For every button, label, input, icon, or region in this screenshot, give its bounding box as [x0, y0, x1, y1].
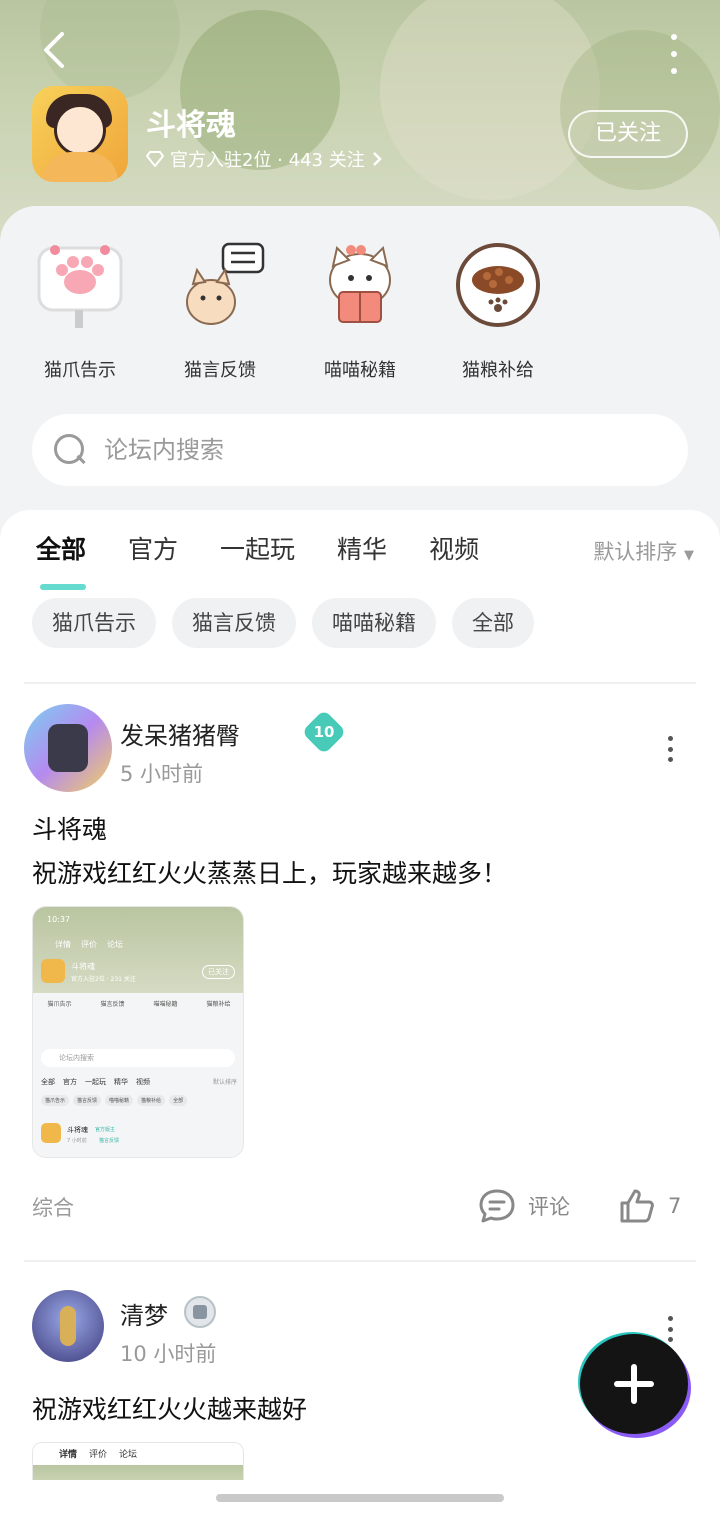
back-button[interactable]: [36, 30, 72, 70]
chevron-left-icon: [44, 32, 64, 68]
divider: [24, 1260, 696, 1262]
post-image-thumbnail[interactable]: 详情 评价 论坛: [32, 1442, 244, 1480]
forum-search-bar[interactable]: [32, 414, 688, 486]
thumb-post-badge: 官方版主: [95, 1127, 116, 1133]
post-more-button[interactable]: [666, 736, 674, 762]
user-badge-icon: [184, 1296, 216, 1328]
thumb-search: 论坛内搜索: [41, 1049, 235, 1067]
thumb-tab2: 官方: [63, 1078, 77, 1086]
thumb-sort: 默认排序: [212, 1079, 237, 1086]
post-image-thumbnail[interactable]: 10:37 详情 评价 论坛 斗将魂 官方入驻2位 · 231 关注 已关注 猫…: [32, 906, 244, 1158]
tab-all[interactable]: 全部: [36, 530, 87, 590]
search-icon: [54, 434, 86, 466]
comment-label: 评论: [528, 1195, 570, 1219]
thumb-chip: 猫粮补给: [137, 1095, 166, 1106]
entry-paw-notice[interactable]: 猫爪告示: [20, 240, 140, 382]
thumb-post-tag: 猫言反馈: [99, 1138, 120, 1144]
filter-chips: 猫爪告示 猫言反馈 喵喵秘籍 全部: [32, 598, 534, 648]
post-author-name[interactable]: 清梦: [120, 1296, 168, 1331]
search-input[interactable]: [104, 436, 624, 464]
thumb-tab: 评价: [81, 940, 97, 949]
create-post-button[interactable]: [580, 1334, 688, 1434]
post-body[interactable]: 祝游戏红红火火越来越好: [32, 1390, 307, 1426]
thumb-post-name: 斗将魂: [67, 1126, 88, 1134]
post-time: 5 小时前: [120, 762, 204, 786]
more-menu-button[interactable]: [668, 34, 680, 74]
thumb-tab: 论坛: [107, 940, 123, 949]
thumb-tab2: 全部: [41, 1078, 55, 1086]
post-author-avatar[interactable]: [24, 704, 112, 792]
like-button[interactable]: 7: [618, 1188, 681, 1224]
entry-label: 猫粮补给: [462, 360, 534, 381]
post-category[interactable]: 综合: [32, 1192, 74, 1222]
thumb-entry: 喵喵秘籍: [153, 1001, 178, 1008]
thumbs-up-icon: [620, 1189, 654, 1223]
entry-cat-book[interactable]: 喵喵秘籍: [300, 240, 420, 382]
comment-icon: [479, 1189, 515, 1223]
thumb-tab: 详情: [59, 1450, 78, 1460]
cat-food-bowl-icon: [453, 240, 543, 330]
post-time: 10 小时前: [120, 1342, 217, 1366]
thumb-chip: 猫言反馈: [73, 1095, 102, 1106]
post-more-button[interactable]: [666, 1316, 674, 1342]
thumb-tab2: 视频: [136, 1078, 150, 1086]
thumb-post-time: 7 小时前: [67, 1138, 87, 1144]
thumb-entry: 猫言反馈: [100, 1001, 125, 1008]
chip-cat-feedback[interactable]: 猫言反馈: [172, 598, 296, 648]
thumb-tab: 论坛: [119, 1450, 138, 1460]
level-badge-text: 10: [313, 723, 335, 741]
chip-all[interactable]: 全部: [452, 598, 534, 648]
thumb-app-name: 斗将魂: [71, 962, 95, 971]
sort-dropdown[interactable]: 默认排序 ▼: [593, 536, 694, 566]
caret-down-icon: ▼: [684, 548, 694, 563]
entry-cat-feedback[interactable]: 猫言反馈: [160, 240, 280, 382]
entry-cat-food[interactable]: 猫粮补给: [438, 240, 558, 382]
level-badge: 10: [301, 709, 347, 755]
tab-featured[interactable]: 精华: [337, 530, 387, 580]
chip-paw-notice[interactable]: 猫爪告示: [32, 598, 156, 648]
thumb-tab2: 一起玩: [85, 1078, 106, 1086]
app-meta-text: 官方入驻2位 · 443 关注: [170, 150, 365, 171]
thumb-tab: 详情: [55, 940, 71, 949]
thumb-entry: 猫粮补给: [206, 1001, 231, 1008]
entry-label: 猫言反馈: [184, 360, 256, 381]
thumb-chip: 喵喵秘籍: [105, 1095, 134, 1106]
app-meta[interactable]: 官方入驻2位 · 443 关注: [146, 146, 383, 172]
post-author-name[interactable]: 发呆猪猪臀: [120, 716, 240, 751]
divider: [24, 682, 696, 684]
post-title[interactable]: 斗将魂: [32, 810, 107, 846]
chevron-right-icon: [372, 152, 382, 166]
entry-label: 喵喵秘籍: [324, 360, 396, 381]
paw-sign-icon: [35, 240, 125, 330]
sort-label: 默认排序: [593, 540, 678, 564]
feed-tabs: 全部 官方 一起玩 精华 视频: [36, 530, 479, 590]
app-name: 斗将魂: [146, 108, 236, 143]
tab-video[interactable]: 视频: [429, 530, 479, 580]
app-icon: [32, 86, 128, 182]
thumb-tab2: 精华: [114, 1078, 128, 1086]
comment-button[interactable]: 评论: [478, 1188, 570, 1224]
thumb-tab: 评价: [89, 1450, 108, 1460]
follow-button[interactable]: 已关注: [568, 110, 688, 158]
tab-official[interactable]: 官方: [128, 530, 178, 580]
post-body[interactable]: 祝游戏红红火火蒸蒸日上，玩家越来越多！: [32, 854, 507, 890]
post-author-avatar[interactable]: [32, 1290, 104, 1362]
entry-label: 猫爪告示: [44, 360, 116, 381]
thumb-entry: 猫爪告示: [47, 1001, 72, 1008]
diamond-icon: [146, 151, 164, 167]
thumb-chip: 全部: [169, 1095, 188, 1106]
tab-play-together[interactable]: 一起玩: [220, 530, 295, 580]
cat-feedback-icon: [175, 240, 265, 330]
cat-book-icon: [315, 240, 405, 330]
like-count: 7: [668, 1194, 682, 1218]
thumb-app-meta: 官方入驻2位 · 231 关注: [71, 976, 136, 983]
chip-cat-book[interactable]: 喵喵秘籍: [312, 598, 436, 648]
thumb-follow: 已关注: [202, 965, 235, 979]
home-indicator: [216, 1494, 504, 1502]
thumb-time: 10:37: [47, 915, 71, 924]
thumb-chip: 猫爪告示: [41, 1095, 70, 1106]
quick-entries: 猫爪告示 猫言反馈 喵喵秘籍 猫粮补给: [0, 240, 560, 390]
